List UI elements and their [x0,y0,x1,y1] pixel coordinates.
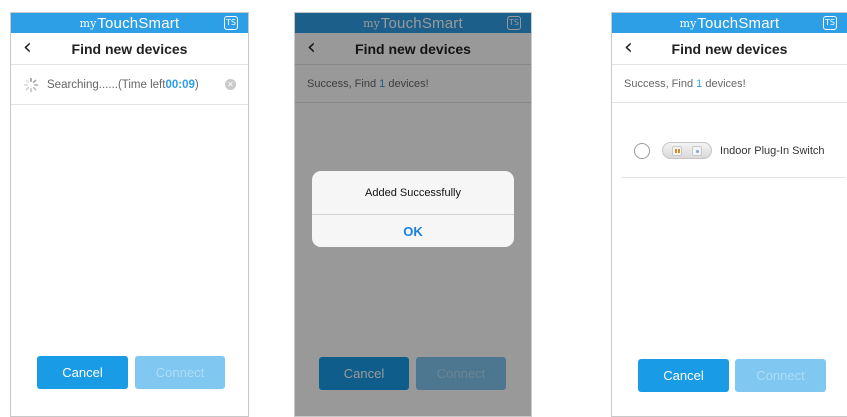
page-title: Find new devices [671,40,788,57]
device-list-item[interactable]: Indoor Plug-In Switch [622,124,846,178]
search-status-row: Searching......(Time left 00:09) ✕ [11,65,248,105]
loading-spinner-icon [23,77,39,92]
brand-name: TouchSmart [697,14,780,32]
back-arrow-icon[interactable]: ‹ [624,37,633,59]
searching-text: Searching......(Time left [47,78,166,91]
screen-added-dialog: my TouchSmart TS ‹ Find new devices Succ… [294,12,532,417]
cancel-button[interactable]: Cancel [638,359,729,392]
brand-prefix: my [679,16,697,30]
added-dialog: Added Successfully OK [312,171,514,247]
app-header: my TouchSmart TS [612,13,847,33]
screen-searching: my TouchSmart TS ‹ Find new devices Sear… [10,12,249,417]
screen-device-list: my TouchSmart TS ‹ Find new devices Succ… [611,12,847,417]
socket-icon [691,145,702,156]
brand-logo-icon: TS [224,16,238,30]
searching-text-end: ) [194,78,199,91]
dialog-message: Added Successfully [312,171,514,215]
connect-button[interactable]: Connect [735,359,826,392]
socket-icon [672,145,683,156]
back-arrow-icon[interactable]: ‹ [23,37,32,59]
nav-bar: ‹ Find new devices [11,33,248,65]
device-select-radio[interactable] [634,142,650,159]
brand-name: TouchSmart [97,14,180,32]
device-count: 1 [696,77,703,90]
success-message: Success, Find 1 devices! [612,65,847,103]
success-text-end: devices! [705,77,746,90]
brand-prefix: my [79,16,97,30]
success-text: Success, Find [624,77,694,90]
page-title: Find new devices [71,40,188,57]
close-icon[interactable]: ✕ [225,79,236,90]
nav-bar: ‹ Find new devices [612,33,847,65]
device-name: Indoor Plug-In Switch [720,144,825,157]
brand-logo-icon: TS [823,16,837,30]
ok-button[interactable]: OK [312,215,514,247]
time-left-value: 00:09 [165,78,195,91]
app-header: my TouchSmart TS [11,13,248,33]
connect-button[interactable]: Connect [135,356,225,389]
plug-switch-icon [662,142,712,159]
cancel-button[interactable]: Cancel [37,356,128,389]
